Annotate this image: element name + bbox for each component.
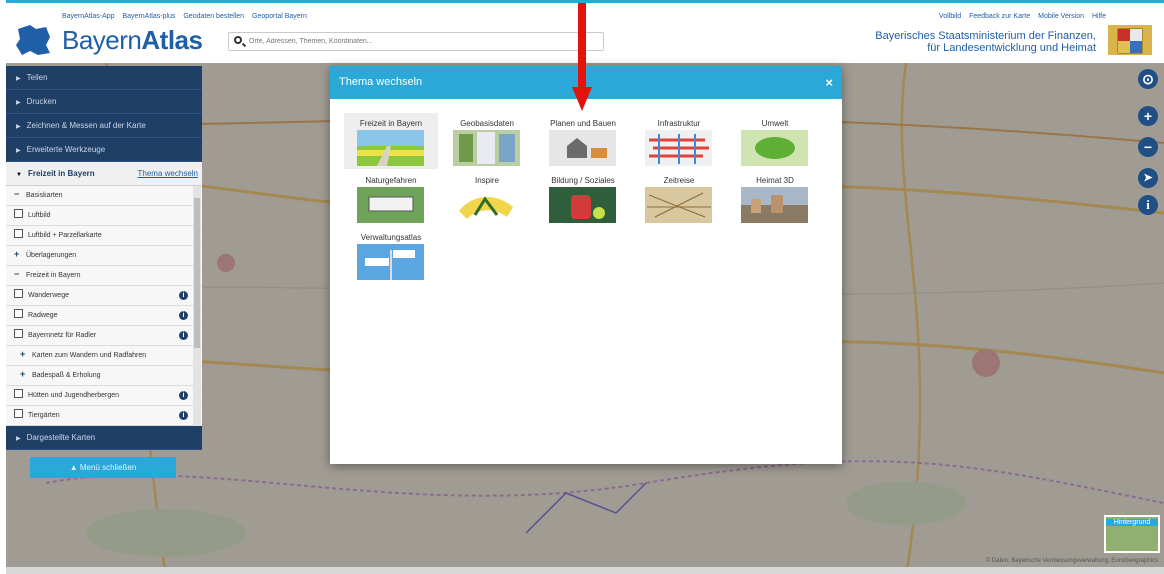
- right-links: Vollbild Feedback zur Karte Mobile Versi…: [933, 13, 1106, 20]
- layer-group-hiking-maps[interactable]: + Karten zum Wandern und Radfahren: [6, 346, 202, 366]
- coat-of-arms-icon: [1108, 25, 1152, 55]
- bavaria-map-icon[interactable]: [12, 23, 52, 57]
- theme-inspire[interactable]: Inspire: [440, 170, 534, 226]
- theme-natural-hazards[interactable]: Naturgefahren: [344, 170, 438, 226]
- close-menu-button[interactable]: ▲ Menü schließen: [30, 457, 176, 478]
- environment-thumbnail: [741, 130, 808, 166]
- geobase-thumbnail: [453, 130, 520, 166]
- info-icon[interactable]: i: [179, 311, 188, 320]
- layer-group-overlays[interactable]: + Überlagerungen: [6, 246, 202, 266]
- link-plus[interactable]: BayernAtlas-plus: [122, 13, 175, 20]
- checkbox[interactable]: [14, 329, 23, 338]
- close-icon[interactable]: ×: [825, 66, 833, 99]
- layer-aerial[interactable]: Luftbild: [6, 206, 202, 226]
- theme-infrastructure[interactable]: Infrastruktur: [632, 113, 726, 169]
- red-arrow-annotation: [572, 3, 592, 111]
- layer-aerial-parcel[interactable]: Luftbild + Parzellarkarte: [6, 226, 202, 246]
- background-switcher[interactable]: Hintergrund: [1104, 515, 1160, 553]
- info-icon[interactable]: i: [179, 391, 188, 400]
- logo-text[interactable]: BayernAtlas: [62, 25, 203, 56]
- theme-dialog: Thema wechseln × Freizeit in Bayern Geob…: [330, 66, 842, 464]
- checkbox[interactable]: [14, 209, 23, 218]
- layer-huts-hostels[interactable]: Hütten und Jugendherbergen i: [6, 386, 202, 406]
- link-feedback[interactable]: Feedback zur Karte: [969, 13, 1030, 20]
- zoom-in-icon[interactable]: +: [1138, 106, 1158, 126]
- theme-leisure[interactable]: Freizeit in Bayern: [344, 113, 438, 169]
- link-app[interactable]: BayernAtlas-App: [62, 13, 115, 20]
- layer-cycle-paths[interactable]: Radwege i: [6, 306, 202, 326]
- time-travel-thumbnail: [645, 187, 712, 223]
- current-theme-label: Freizeit in Bayern: [27, 169, 95, 178]
- info-icon[interactable]: i: [1138, 195, 1158, 215]
- top-links: BayernAtlas-App BayernAtlas-plus Geodate…: [62, 13, 313, 20]
- layer-scrollbar[interactable]: [193, 186, 201, 426]
- link-help[interactable]: Hilfe: [1092, 13, 1106, 20]
- administration-thumbnail: [357, 244, 424, 280]
- info-icon[interactable]: i: [179, 291, 188, 300]
- sidebar-item-advanced-tools[interactable]: ▶ Erweiterte Werkzeuge: [6, 138, 202, 162]
- expand-icon: +: [14, 249, 20, 259]
- browser-viewport: BayernAtlas-App BayernAtlas-plus Geodate…: [6, 0, 1164, 574]
- background-switcher-label: Hintergrund: [1106, 519, 1158, 526]
- dialog-title: Thema wechseln: [339, 76, 423, 88]
- infrastructure-thumbnail: [645, 130, 712, 166]
- theme-time-travel[interactable]: Zeitreise: [632, 170, 726, 226]
- checkbox[interactable]: [14, 309, 23, 318]
- sidebar-item-print[interactable]: ▶ Drucken: [6, 90, 202, 114]
- layer-zoos[interactable]: Tiergärten i: [6, 406, 202, 426]
- heimat-3d-thumbnail: [741, 187, 808, 223]
- search-box[interactable]: [228, 32, 604, 51]
- leisure-thumbnail: [357, 130, 424, 166]
- copyright-text: © Daten: Bayerische Vermessungsverwaltun…: [985, 558, 1158, 564]
- collapse-icon: −: [14, 269, 20, 279]
- link-order[interactable]: Geodaten bestellen: [183, 13, 244, 20]
- footer-bar: [6, 567, 1164, 574]
- sidebar-theme-header: ▼ Freizeit in Bayern Thema wechseln: [6, 162, 202, 186]
- collapse-icon: −: [14, 189, 20, 199]
- theme-administration[interactable]: Verwaltungsatlas: [344, 227, 438, 283]
- checkbox[interactable]: [14, 409, 23, 418]
- expand-icon: +: [20, 369, 26, 379]
- ministry-name: Bayerisches Staatsministerium der Finanz…: [875, 30, 1096, 54]
- expand-icon: +: [20, 349, 26, 359]
- info-icon[interactable]: i: [179, 331, 188, 340]
- checkbox[interactable]: [14, 229, 23, 238]
- search-icon: [234, 36, 242, 44]
- scrollbar-thumb[interactable]: [194, 198, 200, 348]
- zoom-out-icon[interactable]: −: [1138, 137, 1158, 157]
- theme-education[interactable]: Bildung / Soziales: [536, 170, 630, 226]
- sidebar-item-share[interactable]: ▶ Teilen: [6, 66, 202, 90]
- layer-cycle-network[interactable]: Bayernnetz für Radler i: [6, 326, 202, 346]
- layer-tree: − Basiskarten Luftbild Luftbild + Parzell…: [6, 186, 202, 426]
- planning-thumbnail: [549, 130, 616, 166]
- link-mobile[interactable]: Mobile Version: [1038, 13, 1084, 20]
- checkbox[interactable]: [14, 389, 23, 398]
- theme-environment[interactable]: Umwelt: [728, 113, 822, 169]
- layer-group-leisure[interactable]: − Freizeit in Bayern: [6, 266, 202, 286]
- sidebar-item-displayed-maps[interactable]: ▶ Dargestellte Karten: [6, 426, 202, 450]
- sidebar: ▶ Teilen ▶ Drucken ▶ Zeichnen & Messen auf …: [6, 66, 202, 450]
- theme-geobase[interactable]: Geobasisdaten: [440, 113, 534, 169]
- change-theme-link[interactable]: Thema wechseln: [138, 162, 198, 186]
- link-fullscreen[interactable]: Vollbild: [939, 13, 961, 20]
- education-thumbnail: [549, 187, 616, 223]
- info-icon[interactable]: i: [179, 411, 188, 420]
- inspire-thumbnail: [453, 187, 520, 223]
- search-input[interactable]: [247, 33, 591, 50]
- rotate-icon[interactable]: ➤: [1138, 168, 1158, 188]
- layer-hiking-trails[interactable]: Wanderwege i: [6, 286, 202, 306]
- theme-planning[interactable]: Planen und Bauen: [536, 113, 630, 169]
- checkbox[interactable]: [14, 289, 23, 298]
- sidebar-item-draw-measure[interactable]: ▶ Zeichnen & Messen auf der Karte: [6, 114, 202, 138]
- natural-hazards-thumbnail: [357, 187, 424, 223]
- theme-heimat-3d[interactable]: Heimat 3D: [728, 170, 822, 226]
- layer-group-bathing[interactable]: + Badespaß & Erholung: [6, 366, 202, 386]
- locate-icon[interactable]: ⊙: [1138, 69, 1158, 89]
- layer-group-basemaps[interactable]: − Basiskarten: [6, 186, 202, 206]
- link-geoportal[interactable]: Geoportal Bayern: [252, 13, 307, 20]
